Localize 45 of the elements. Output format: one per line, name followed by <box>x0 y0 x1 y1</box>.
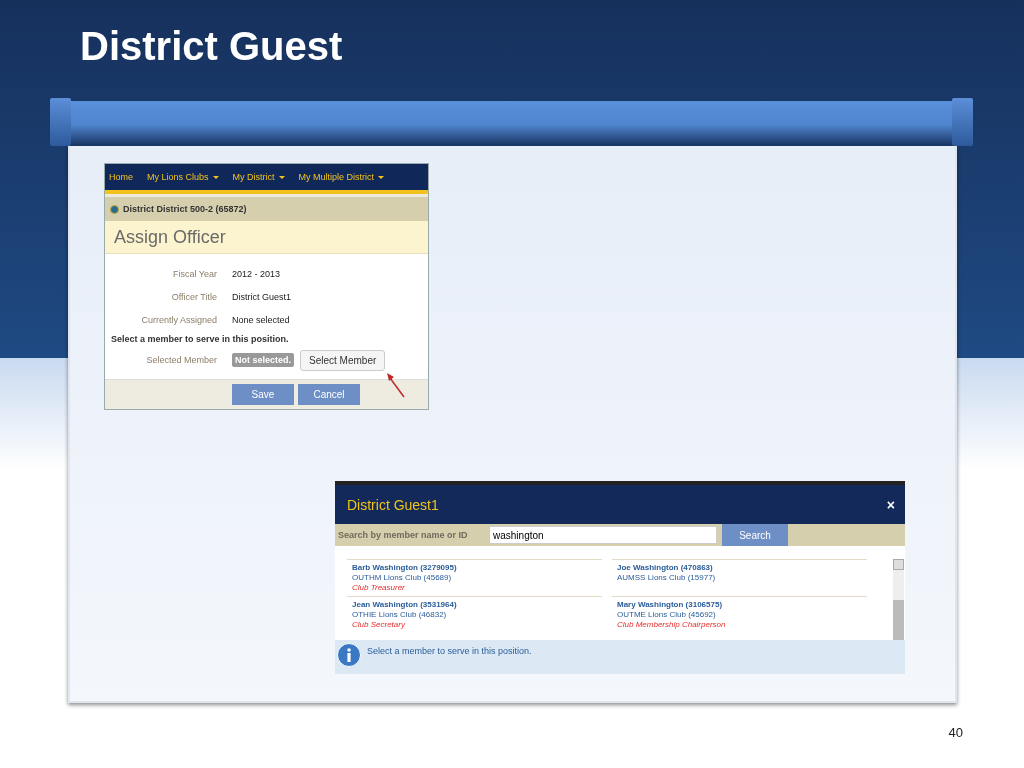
emblem-icon <box>110 204 119 214</box>
position-text: Club Membership Chairperson <box>617 620 727 630</box>
field-label: Currently Assigned <box>140 314 217 325</box>
info-icon <box>337 643 361 667</box>
field-value: None selected <box>232 314 290 325</box>
scroll-thumb[interactable] <box>893 600 904 640</box>
member-name-link[interactable]: Joe Washington (470863) <box>617 563 867 573</box>
position-text: Club Treasurer <box>352 583 406 593</box>
page-number: 40 <box>948 725 963 741</box>
nav-link[interactable]: My Lions Clubs <box>147 172 219 182</box>
field-value: 2012 - 2013 <box>232 268 281 279</box>
caret-icon <box>378 175 385 179</box>
club-name: OUTME Lions Club (45692) <box>617 610 717 620</box>
nav-link[interactable]: My District <box>232 172 285 182</box>
member-name-link[interactable]: Mary Washington (3106575) <box>617 600 867 610</box>
info-message: Select a member to serve in this position. <box>367 645 532 656</box>
field-label: Fiscal Year <box>171 268 217 279</box>
status-badge: Not selected. <box>232 353 295 367</box>
search-field[interactable]: washington <box>489 526 717 544</box>
dialog-title: District Guest1 <box>347 496 439 513</box>
caret-icon <box>278 175 285 179</box>
club-name: AUMSS Lions Club (15977) <box>617 573 717 583</box>
page-title: Assign Officer <box>114 226 226 248</box>
slide-title: District Guest <box>80 23 344 70</box>
caret-icon <box>212 175 219 179</box>
club-name: OUTHM Lions Club (45689) <box>352 573 453 583</box>
district-name: District District 500-2 (65872) <box>123 204 247 214</box>
roller-cap <box>50 98 71 146</box>
arrow-annotation <box>386 372 406 398</box>
field-value: District Guest1 <box>232 291 291 302</box>
member-name-link[interactable]: Jean Washington (3531964) <box>352 600 602 610</box>
field-label: Selected Member <box>145 355 217 365</box>
nav-link[interactable]: Home <box>109 172 133 182</box>
field-label: Officer Title <box>170 291 217 302</box>
position-text: Club Secretary <box>352 620 406 630</box>
nav-link[interactable]: My Multiple District <box>298 172 385 182</box>
scroll-up-icon[interactable] <box>893 559 904 570</box>
search-label: Search by member name or ID <box>338 530 469 540</box>
club-name: OTHIE Lions Club (46832) <box>352 610 448 620</box>
instruction-text: Select a member to serve in this position. <box>110 333 290 346</box>
close-icon[interactable]: × <box>886 496 895 513</box>
member-name-link[interactable]: Barb Washington (3279095) <box>352 563 602 573</box>
scrollbar[interactable] <box>893 559 904 640</box>
select-member-button[interactable]: Select Member <box>300 349 386 371</box>
roller-cap <box>952 98 973 146</box>
